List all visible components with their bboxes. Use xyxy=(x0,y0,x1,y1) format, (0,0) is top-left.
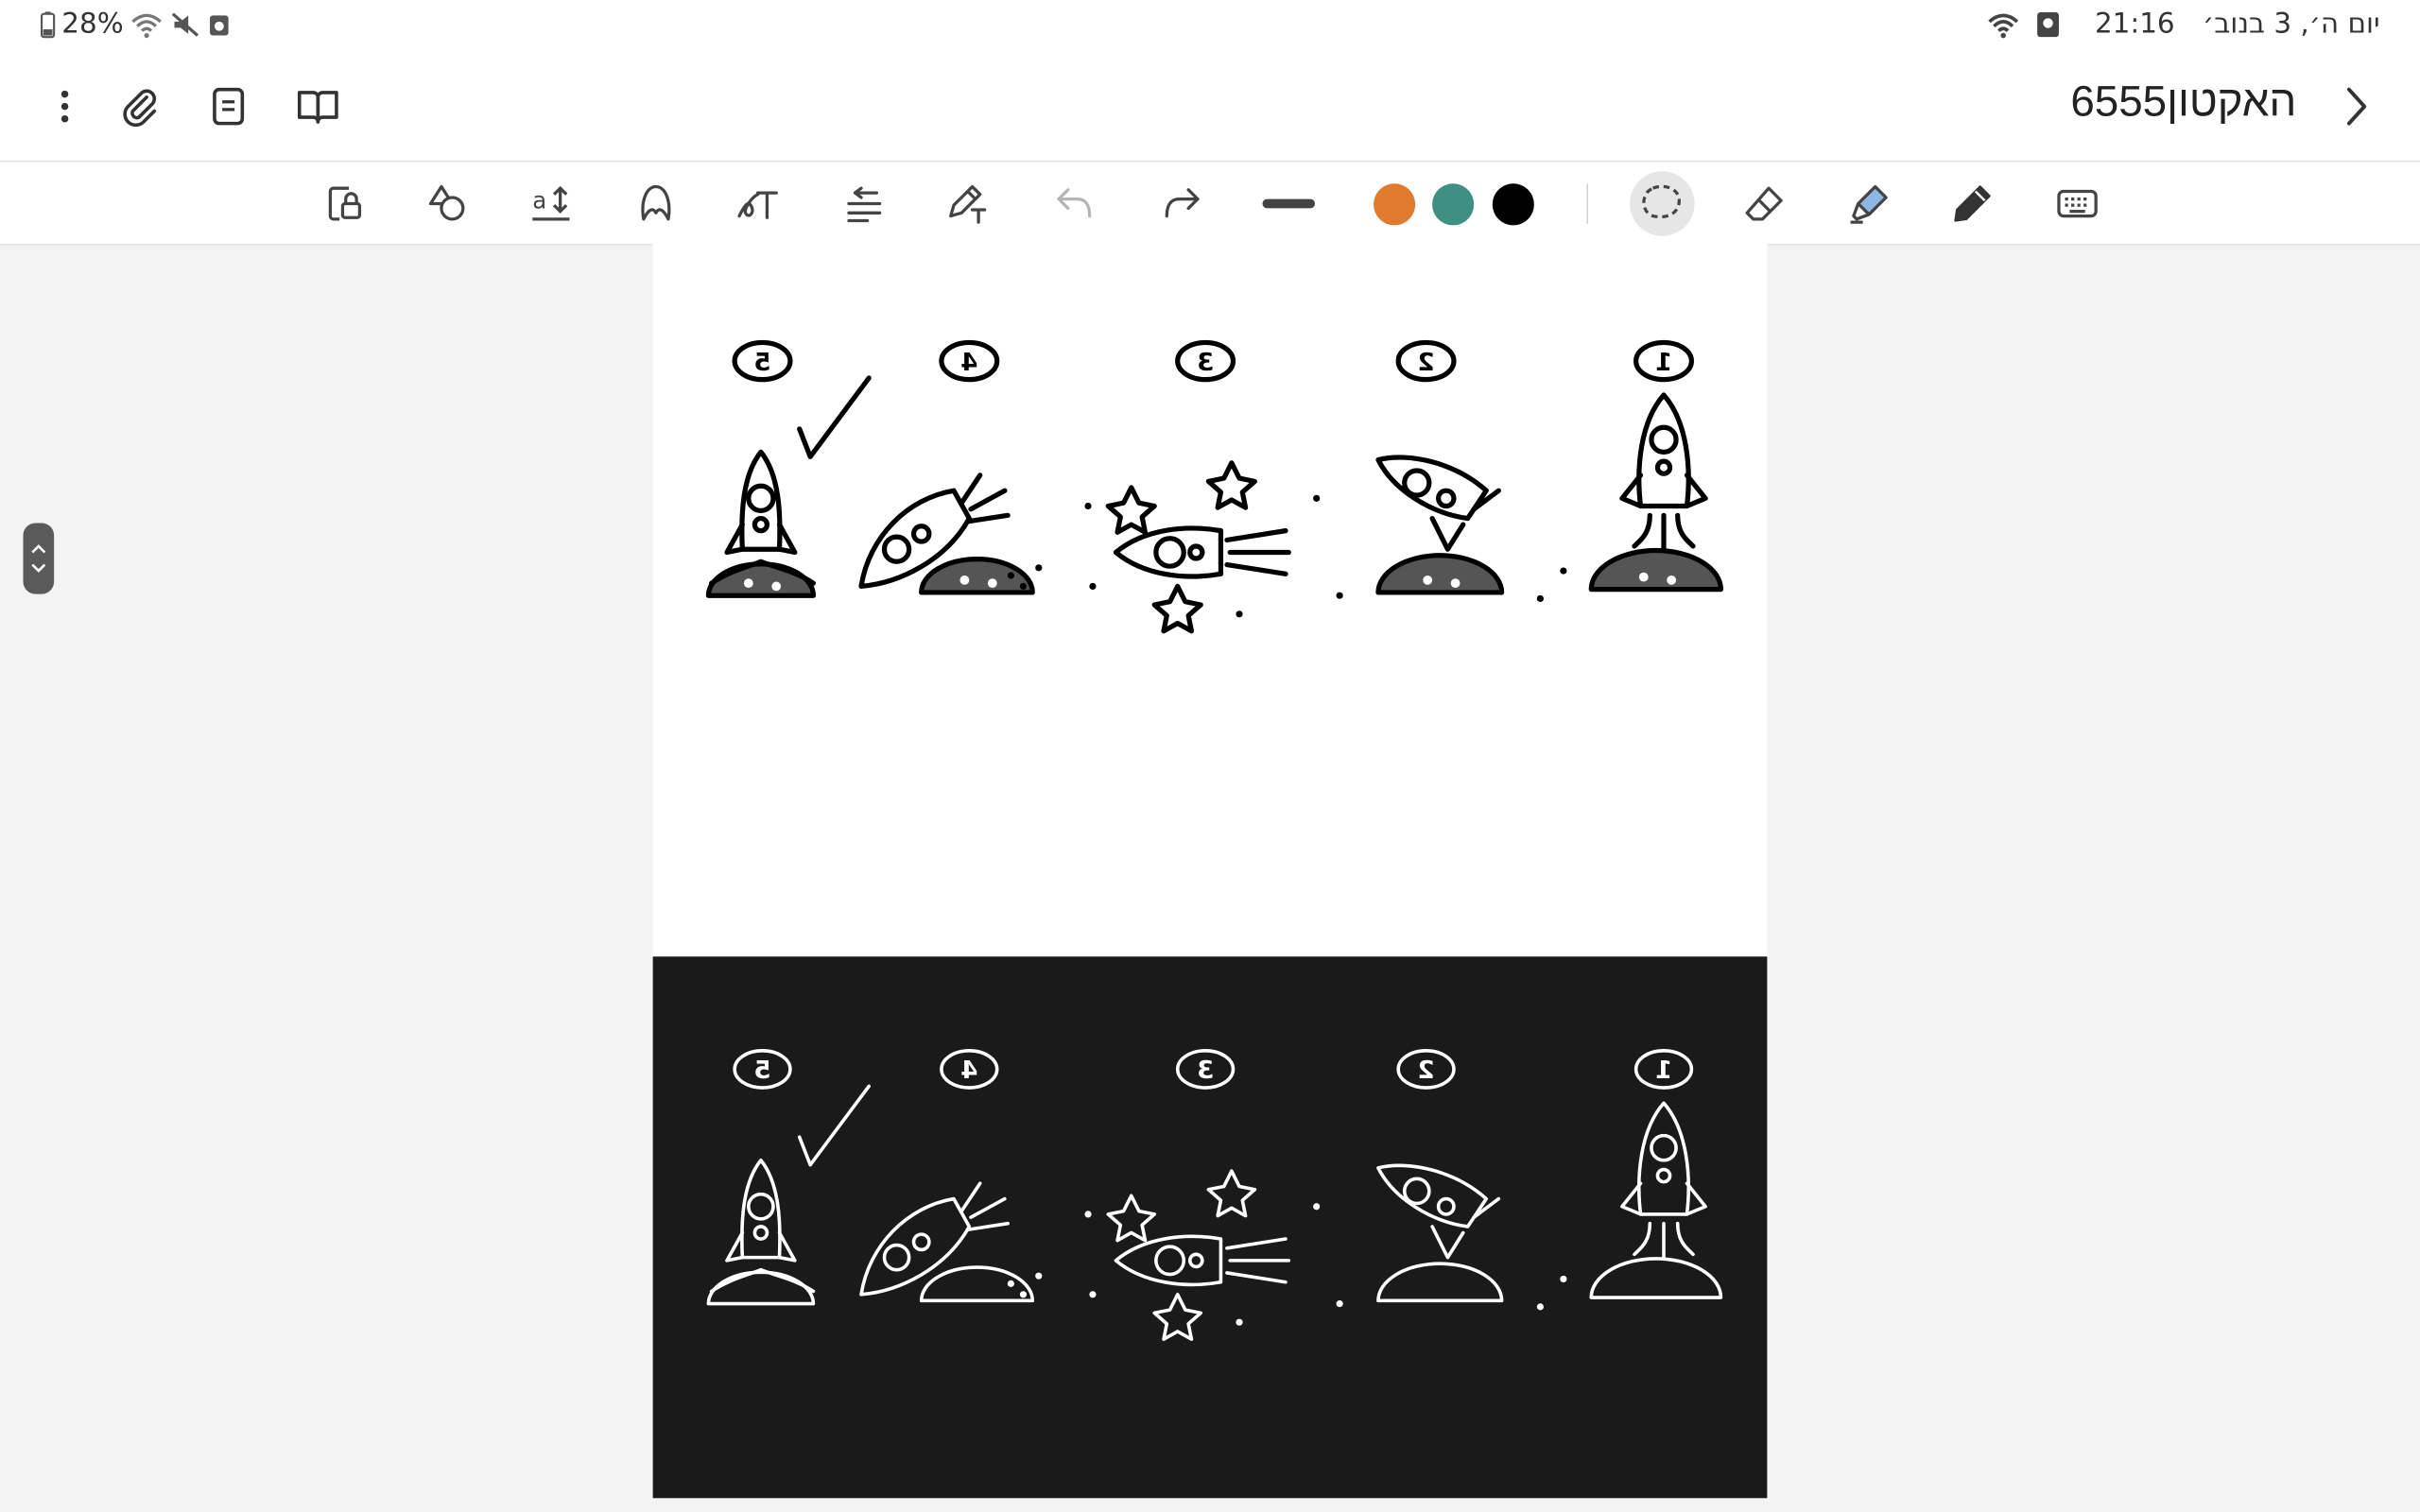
pen-shape-button[interactable] xyxy=(625,173,686,234)
rocket-sketch-light: 5 4 3 2 1 xyxy=(705,339,1724,634)
lock-page-icon xyxy=(328,186,362,221)
drawing-toolbar: a xyxy=(0,162,2420,246)
svg-text:5: 5 xyxy=(753,349,770,377)
undo-icon xyxy=(1057,188,1092,218)
shapes-icon xyxy=(428,184,465,221)
eraser-icon xyxy=(1745,186,1783,221)
page-view-button[interactable] xyxy=(199,77,258,136)
svg-text:3: 3 xyxy=(1197,1057,1214,1085)
date: יום ה׳, 3 בנוב׳ xyxy=(2203,8,2380,41)
svg-text:5: 5 xyxy=(753,1057,770,1085)
book-icon xyxy=(297,91,338,124)
chevron-right-icon xyxy=(2346,87,2367,126)
step-badge: 2 xyxy=(1395,339,1457,383)
stroke-width-button[interactable] xyxy=(1258,173,1320,234)
canvas-page-light[interactable]: 5 4 3 2 1 xyxy=(652,243,1768,957)
note-title[interactable]: האקטון6555 xyxy=(2070,77,2296,127)
shapes-button[interactable] xyxy=(417,173,478,234)
text-size-button[interactable]: a xyxy=(520,173,581,234)
svg-text:1: 1 xyxy=(1655,1057,1672,1085)
toolbar-divider xyxy=(1586,183,1588,224)
chevron-down-icon xyxy=(31,563,46,573)
lock-page-button[interactable] xyxy=(313,173,374,234)
text-size-icon: a xyxy=(532,185,570,221)
app-header: האקטון6555 xyxy=(0,52,2420,163)
highlighter-button[interactable] xyxy=(1838,173,1899,234)
pen-icon xyxy=(1954,185,1991,222)
wifi-icon xyxy=(131,12,162,38)
rocket-sketch-dark: 5 4 3 2 1 xyxy=(706,1049,1723,1341)
page-scroll-handle[interactable] xyxy=(23,523,55,594)
convert-button[interactable] xyxy=(834,173,895,234)
pen-shape-icon xyxy=(641,184,671,221)
svg-text:a: a xyxy=(532,186,546,214)
more-icon xyxy=(60,90,69,123)
status-left: 28% xyxy=(40,8,231,40)
pen-button[interactable] xyxy=(1942,173,2003,234)
mute-icon xyxy=(171,11,199,36)
reading-mode-button[interactable] xyxy=(288,77,347,136)
redo-icon xyxy=(1165,188,1200,218)
keyboard-icon xyxy=(2057,189,2098,218)
status-right: 21:16 יום ה׳, 3 בנוב׳ xyxy=(1987,8,2380,40)
canvas-page-dark[interactable]: 5 4 3 2 1 xyxy=(652,956,1768,1499)
attach-button[interactable] xyxy=(112,77,170,136)
svg-text:4: 4 xyxy=(960,1057,977,1085)
app-notification-icon xyxy=(210,14,229,35)
battery-icon xyxy=(41,10,56,38)
highlighter-icon xyxy=(1850,184,1888,224)
page-icon xyxy=(213,87,245,126)
handwriting-text-icon xyxy=(737,191,778,219)
wifi-icon xyxy=(1988,12,2019,38)
step-badge: 4 xyxy=(940,1049,999,1090)
battery-percentage: 28% xyxy=(61,8,124,41)
color-teal[interactable] xyxy=(1432,183,1475,226)
svg-text:2: 2 xyxy=(1417,349,1434,377)
step-badge: 4 xyxy=(939,339,1000,383)
screen-record-icon xyxy=(2037,11,2060,37)
step-badge: 3 xyxy=(1175,339,1236,383)
handwriting-text-button[interactable] xyxy=(727,173,788,234)
keyboard-button[interactable] xyxy=(2047,173,2108,234)
pen-text-icon xyxy=(949,184,987,224)
step-badge: 5 xyxy=(732,339,793,383)
pen-to-text-button[interactable] xyxy=(937,173,998,234)
eraser-button[interactable] xyxy=(1733,173,1794,234)
step-badge: 3 xyxy=(1175,1049,1236,1090)
svg-text:3: 3 xyxy=(1197,349,1214,377)
step-badge: 1 xyxy=(1634,1049,1694,1090)
lasso-icon xyxy=(1642,184,1681,219)
stroke-width-icon xyxy=(1262,198,1316,209)
clock: 21:16 xyxy=(2094,8,2175,41)
convert-icon xyxy=(847,186,882,223)
lasso-button[interactable] xyxy=(1632,173,1693,234)
color-black[interactable] xyxy=(1492,183,1534,226)
step-badge: 1 xyxy=(1634,339,1695,383)
color-orange[interactable] xyxy=(1374,183,1416,226)
step-badge: 2 xyxy=(1396,1049,1456,1090)
more-options-button[interactable] xyxy=(36,77,95,136)
status-bar: 28% 21:16 יום ה׳, 3 בנוב׳ xyxy=(0,0,2420,53)
undo-button[interactable] xyxy=(1044,173,1105,234)
step-badge: 5 xyxy=(733,1049,792,1090)
chevron-up-icon xyxy=(31,544,46,554)
back-button[interactable] xyxy=(2327,77,2386,136)
svg-text:2: 2 xyxy=(1417,1057,1434,1085)
svg-text:4: 4 xyxy=(960,349,977,377)
redo-button[interactable] xyxy=(1151,173,1213,234)
svg-text:1: 1 xyxy=(1655,349,1672,377)
attachment-icon xyxy=(123,89,157,128)
